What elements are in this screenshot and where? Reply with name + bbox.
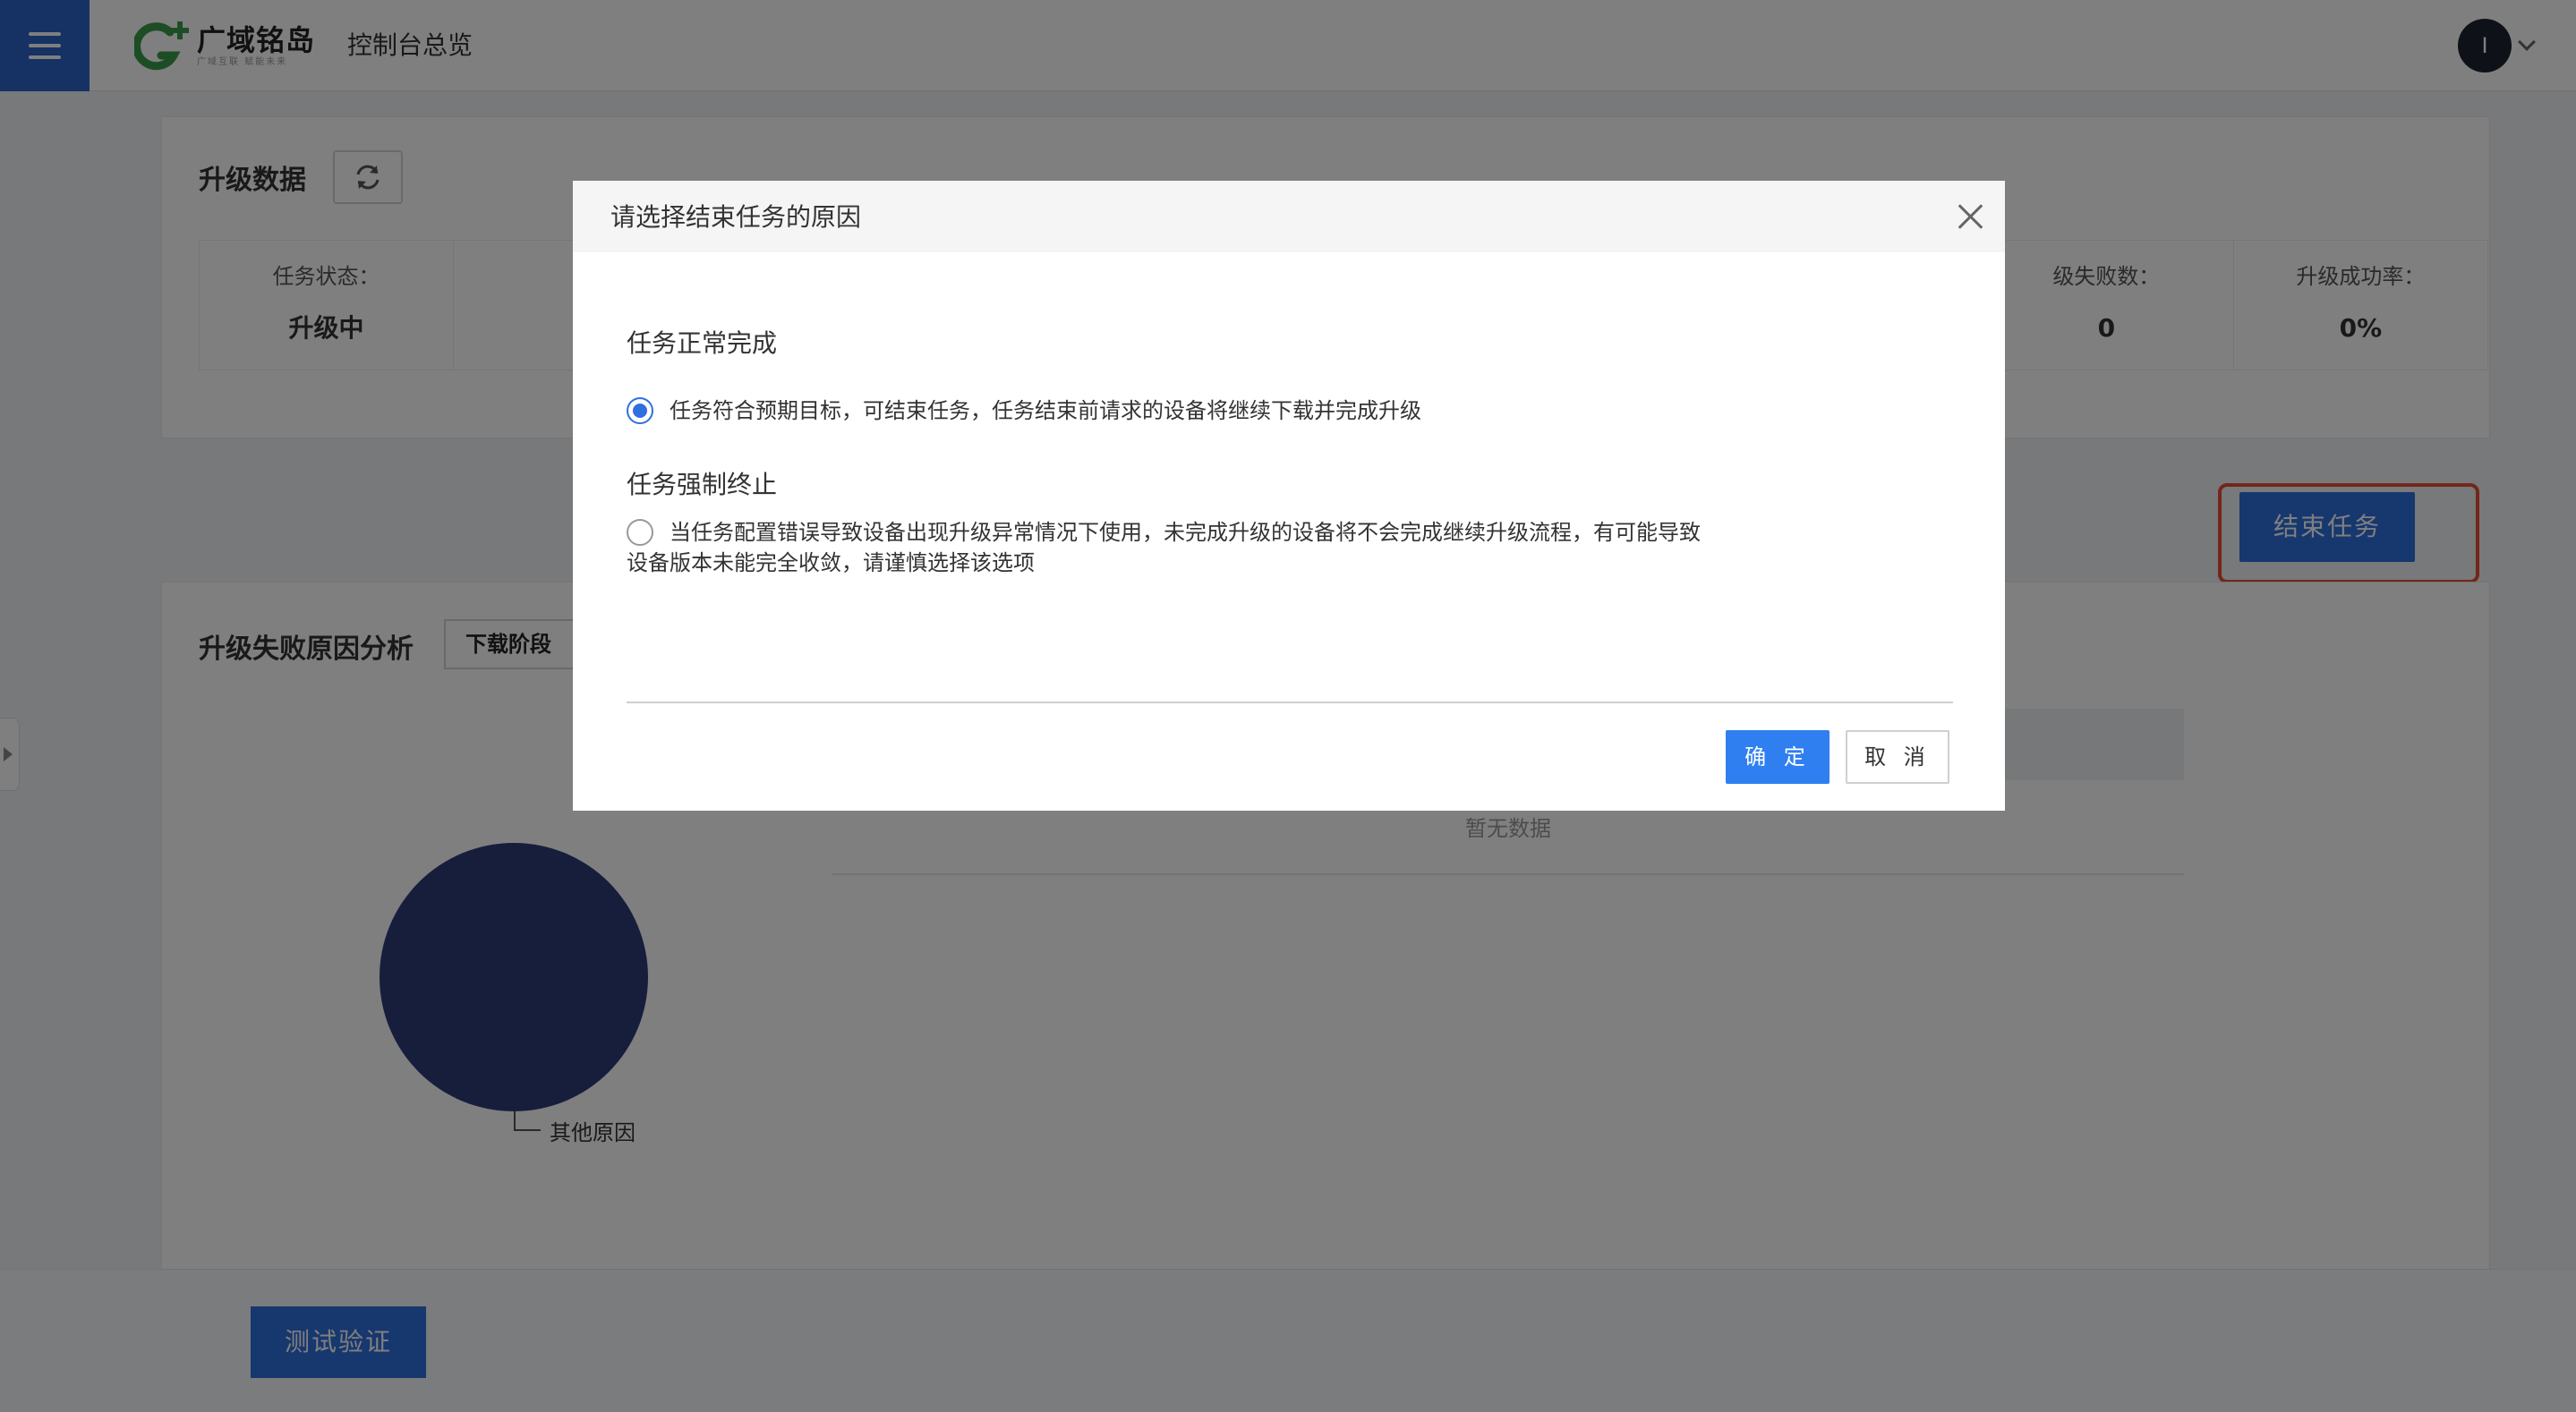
dialog-divider xyxy=(627,702,1953,703)
dialog-title: 请选择结束任务的原因 xyxy=(610,202,862,232)
option-force-stop[interactable]: 当任务配置错误导致设备出现升级异常情况下使用，未完成升级的设备将不会完成继续升级… xyxy=(627,517,1701,548)
cancel-button[interactable]: 取 消 xyxy=(1846,730,1949,784)
option-normal-completion-text: 任务符合预期目标，可结束任务，任务结束前请求的设备将继续下载并完成升级 xyxy=(670,398,1421,423)
section-normal-completion-title: 任务正常完成 xyxy=(627,328,778,358)
option-force-stop-text-continued: 设备版本未能完全收敛，请谨慎选择该选项 xyxy=(627,550,1035,575)
confirm-button[interactable]: 确 定 xyxy=(1726,730,1830,784)
radio-force-stop[interactable] xyxy=(627,519,653,546)
radio-normal-completion[interactable] xyxy=(627,397,653,424)
section-force-stop-title: 任务强制终止 xyxy=(627,470,778,499)
option-normal-completion[interactable]: 任务符合预期目标，可结束任务，任务结束前请求的设备将继续下载并完成升级 xyxy=(627,396,1421,426)
option-force-stop-text: 当任务配置错误导致设备出现升级异常情况下使用，未完成升级的设备将不会完成继续升级… xyxy=(670,520,1701,545)
end-task-reason-dialog: 请选择结束任务的原因 任务正常完成 任务符合预期目标，可结束任务，任务结束前请求… xyxy=(573,181,2005,811)
close-icon[interactable] xyxy=(1953,199,1989,234)
dialog-header: 请选择结束任务的原因 xyxy=(573,181,2005,252)
